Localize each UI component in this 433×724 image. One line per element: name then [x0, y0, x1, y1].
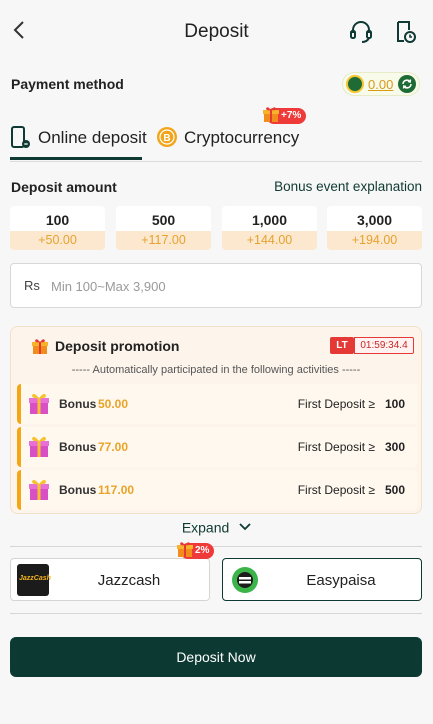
- row-accent-bar: [17, 470, 21, 510]
- bonus-amount: 117.00: [98, 483, 135, 497]
- gift-icon: [32, 339, 48, 354]
- bonus-event-link[interactable]: Bonus event explanation: [274, 179, 422, 194]
- amount-bonus: +144.00: [222, 231, 317, 250]
- amount-bonus: +50.00: [10, 231, 105, 250]
- amount-value: 1,000: [251, 212, 288, 228]
- tab-cryptocurrency-label: Cryptocurrency: [184, 128, 300, 147]
- amount-bonus: +117.00: [116, 231, 211, 250]
- channel-jazzcash[interactable]: JazzCash Jazzcash: [10, 558, 210, 601]
- bonus-threshold: 500: [384, 483, 405, 497]
- channel-easypaisa[interactable]: Easypaisa: [222, 558, 422, 601]
- bonus-label: Bonus: [59, 483, 97, 497]
- bonus-amount: 50.00: [98, 397, 129, 411]
- chevron-down-icon: [239, 523, 251, 531]
- history-icon[interactable]: [393, 19, 417, 45]
- crypto-coin-icon: B: [157, 127, 177, 147]
- promotion-row: Bonus 77.00 First Deposit ≥ 300: [17, 427, 417, 467]
- bonus-condition: First Deposit ≥: [297, 440, 375, 454]
- crypto-bonus-badge: +7%: [263, 107, 307, 124]
- bonus-threshold: 100: [384, 397, 405, 411]
- deposit-now-button[interactable]: Deposit Now: [10, 637, 422, 677]
- bonus-condition: First Deposit ≥: [297, 397, 375, 411]
- expand-label: Expand: [181, 519, 230, 536]
- bonus-condition: First Deposit ≥: [297, 483, 375, 497]
- amount-option-500[interactable]: 500 +117.00: [116, 206, 211, 250]
- amount-input-box: Rs: [10, 263, 422, 308]
- row-accent-bar: [17, 384, 21, 424]
- promotion-title: Deposit promotion: [55, 338, 180, 354]
- timer-countdown: 01:59:34.4: [354, 337, 414, 354]
- gift-box-icon: [29, 479, 49, 500]
- deposit-tabs: Online deposit B Cryptocurrency +7%: [10, 107, 422, 162]
- divider: [10, 613, 422, 614]
- balance-pill: 0.00: [342, 72, 420, 96]
- expand-toggle[interactable]: Expand: [0, 518, 433, 535]
- row-accent-bar: [17, 427, 21, 467]
- promotion-timer: LT 01:59:34.4: [330, 337, 414, 354]
- amount-input[interactable]: [51, 272, 401, 300]
- jazzcash-logo: JazzCash: [17, 564, 51, 596]
- bonus-label: Bonus: [59, 440, 97, 454]
- timer-badge: LT: [330, 337, 354, 354]
- promotion-subtitle: ----- Automatically participated in the …: [71, 364, 361, 376]
- tab-cryptocurrency[interactable]: B Cryptocurrency: [156, 126, 306, 160]
- tab-online-deposit[interactable]: Online deposit: [10, 126, 147, 160]
- channel-bonus-badge: 2%: [177, 542, 215, 559]
- svg-text:B: B: [163, 133, 170, 144]
- gift-icon: [263, 107, 279, 122]
- gift-icon: [177, 542, 193, 557]
- deposit-amount-label: Deposit amount: [11, 179, 117, 195]
- refresh-icon[interactable]: [398, 75, 416, 93]
- balance-value: 0.00: [368, 77, 394, 92]
- amount-option-3000[interactable]: 3,000 +194.00: [327, 206, 422, 250]
- easypaisa-logo: [229, 564, 261, 596]
- tab-online-deposit-label: Online deposit: [38, 128, 147, 147]
- channel-name: Jazzcash: [97, 572, 161, 589]
- promotion-row: Bonus 117.00 First Deposit ≥ 500: [17, 470, 417, 510]
- gift-box-icon: [29, 393, 49, 414]
- divider: [10, 546, 422, 547]
- bonus-label: Bonus: [59, 397, 97, 411]
- channel-name: Easypaisa: [306, 572, 376, 589]
- deposit-promotion-panel: Deposit promotion LT 01:59:34.4 ----- Au…: [10, 326, 422, 514]
- bonus-amount: 77.00: [98, 440, 129, 454]
- flag-icon: [346, 75, 364, 93]
- gift-box-icon: [29, 436, 49, 457]
- amount-value: 3,000: [356, 212, 393, 228]
- amount-options: 100 +50.00 500 +117.00 1,000 +144.00 3,0…: [10, 206, 422, 250]
- headset-icon[interactable]: [349, 19, 373, 45]
- payment-method-label: Payment method: [11, 76, 124, 92]
- bonus-threshold: 300: [384, 440, 405, 454]
- amount-option-1000[interactable]: 1,000 +144.00: [222, 206, 317, 250]
- promotion-row: Bonus 50.00 First Deposit ≥ 100: [17, 384, 417, 424]
- amount-value: 100: [45, 212, 70, 228]
- header: Deposit: [0, 0, 433, 62]
- amount-value: 500: [151, 212, 176, 228]
- amount-option-100[interactable]: 100 +50.00: [10, 206, 105, 250]
- mobile-icon: [11, 126, 30, 148]
- currency-label: Rs: [24, 278, 40, 293]
- amount-bonus: +194.00: [327, 231, 422, 250]
